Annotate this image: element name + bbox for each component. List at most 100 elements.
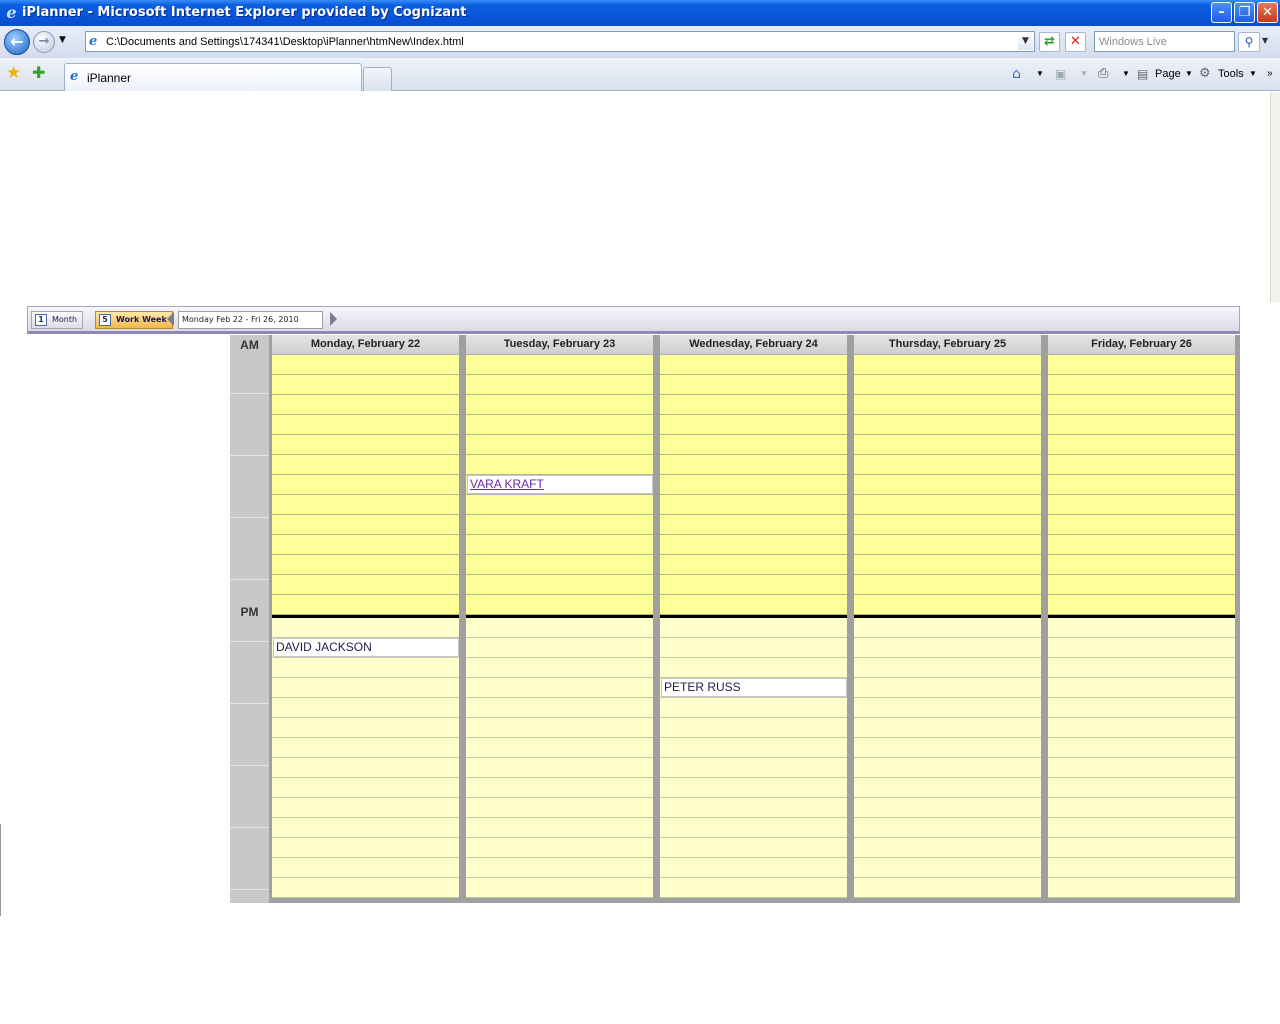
time-slot-cell[interactable]: [466, 495, 653, 515]
time-slot-cell[interactable]: [272, 698, 459, 718]
time-slot-cell[interactable]: [660, 395, 847, 415]
page-dropdown-icon[interactable]: ▼: [1185, 66, 1193, 82]
time-slot-cell[interactable]: [1048, 718, 1235, 738]
time-slot-cell[interactable]: [854, 355, 1041, 375]
home-dropdown-icon[interactable]: ▼: [1036, 66, 1044, 82]
time-slot-cell[interactable]: [466, 355, 653, 375]
time-slot-cell[interactable]: [272, 858, 459, 878]
time-slot-cell[interactable]: [466, 878, 653, 898]
time-slot-cell[interactable]: [660, 415, 847, 435]
restore-button[interactable]: ❐: [1234, 2, 1255, 23]
time-slot-cell[interactable]: [272, 778, 459, 798]
time-slot-cell[interactable]: [854, 678, 1041, 698]
time-slot-cell[interactable]: [272, 475, 459, 495]
time-slot-cell[interactable]: [1048, 638, 1235, 658]
time-slot-cell[interactable]: [660, 535, 847, 555]
work-week-view-button[interactable]: 5 Work Week: [95, 311, 173, 329]
tab-iplanner[interactable]: e iPlanner: [64, 63, 362, 91]
time-slot-cell[interactable]: [660, 595, 847, 615]
time-slot-cell[interactable]: [1048, 415, 1235, 435]
time-slot-cell[interactable]: [660, 878, 847, 898]
time-slot-cell[interactable]: [854, 758, 1041, 778]
time-slot-cell[interactable]: [272, 575, 459, 595]
time-slot-cell[interactable]: [854, 818, 1041, 838]
time-slot-cell[interactable]: [854, 575, 1041, 595]
time-slot-cell[interactable]: [1048, 618, 1235, 638]
time-slot-cell[interactable]: [1048, 595, 1235, 615]
time-slot-cell[interactable]: [660, 455, 847, 475]
address-bar[interactable]: e C:\Documents and Settings\174341\Deskt…: [85, 31, 1035, 52]
refresh-button[interactable]: ⇄: [1039, 32, 1060, 52]
page-icon[interactable]: ▤: [1137, 66, 1148, 82]
time-slot-cell[interactable]: [1048, 435, 1235, 455]
time-slot-cell[interactable]: [1048, 838, 1235, 858]
time-slot-cell[interactable]: [466, 455, 653, 475]
add-favorite-icon[interactable]: ✚: [32, 63, 45, 83]
time-slot-cell[interactable]: [660, 375, 847, 395]
time-slot-cell[interactable]: [466, 838, 653, 858]
favorites-star-icon[interactable]: ★: [6, 63, 21, 83]
time-slot-cell[interactable]: [660, 475, 847, 495]
time-slot-cell[interactable]: [854, 778, 1041, 798]
search-input[interactable]: Windows Live: [1094, 31, 1235, 52]
time-slot-cell[interactable]: [272, 355, 459, 375]
time-slot-cell[interactable]: [466, 798, 653, 818]
time-slot-cell[interactable]: [660, 638, 847, 658]
time-slot-cell[interactable]: [1048, 678, 1235, 698]
time-slot-cell[interactable]: [1048, 495, 1235, 515]
time-slot-cell[interactable]: [466, 778, 653, 798]
time-slot-cell[interactable]: [272, 818, 459, 838]
previous-week-arrow-icon[interactable]: [167, 312, 174, 326]
time-slot-cell[interactable]: [466, 738, 653, 758]
time-slot-cell[interactable]: [272, 495, 459, 515]
time-slot-cell[interactable]: [272, 798, 459, 818]
time-slot-cell[interactable]: [1048, 555, 1235, 575]
feeds-icon[interactable]: ▣: [1055, 66, 1066, 82]
day-header[interactable]: Tuesday, February 23: [466, 335, 653, 355]
time-slot-cell[interactable]: [1048, 658, 1235, 678]
time-slot-cell[interactable]: [466, 858, 653, 878]
time-slot-cell[interactable]: [854, 515, 1041, 535]
time-slot-cell[interactable]: [660, 858, 847, 878]
time-slot-cell[interactable]: [466, 375, 653, 395]
time-slot-cell[interactable]: [1048, 535, 1235, 555]
stop-button[interactable]: ✕: [1065, 32, 1086, 52]
time-slot-cell[interactable]: [854, 375, 1041, 395]
more-commands-chevron-icon[interactable]: »: [1267, 66, 1273, 82]
time-slot-cell[interactable]: [272, 435, 459, 455]
address-dropdown-icon[interactable]: ▼: [1018, 33, 1033, 50]
time-slot-cell[interactable]: [272, 515, 459, 535]
time-slot-cell[interactable]: [660, 658, 847, 678]
time-slot-cell[interactable]: [854, 395, 1041, 415]
time-slot-cell[interactable]: [466, 638, 653, 658]
time-slot-cell[interactable]: [272, 658, 459, 678]
time-slot-cell[interactable]: [1048, 758, 1235, 778]
time-slot-cell[interactable]: [272, 415, 459, 435]
time-slot-cell[interactable]: [466, 395, 653, 415]
time-slot-cell[interactable]: [272, 375, 459, 395]
time-slot-cell[interactable]: [854, 718, 1041, 738]
print-dropdown-icon[interactable]: ▼: [1122, 66, 1130, 82]
time-slot-cell[interactable]: [660, 718, 847, 738]
time-slot-cell[interactable]: [854, 798, 1041, 818]
time-slot-cell[interactable]: [272, 738, 459, 758]
new-tab-button[interactable]: [363, 67, 392, 91]
time-slot-cell[interactable]: [272, 838, 459, 858]
feeds-dropdown-icon[interactable]: ▼: [1080, 66, 1088, 82]
time-slot-cell[interactable]: [854, 858, 1041, 878]
search-options-dropdown-icon[interactable]: ▼: [1262, 36, 1268, 45]
back-button[interactable]: ←: [4, 29, 30, 55]
time-slot-cell[interactable]: [1048, 455, 1235, 475]
time-slot-cell[interactable]: [660, 435, 847, 455]
time-slot-cell[interactable]: [466, 575, 653, 595]
next-week-arrow-icon[interactable]: [330, 312, 337, 326]
day-header[interactable]: Friday, February 26: [1048, 335, 1235, 355]
time-slot-cell[interactable]: [854, 455, 1041, 475]
time-slot-cell[interactable]: [854, 618, 1041, 638]
time-slot-cell[interactable]: [272, 535, 459, 555]
minimize-button[interactable]: –: [1211, 2, 1232, 23]
time-slot-cell[interactable]: [466, 718, 653, 738]
time-slot-cell[interactable]: [660, 758, 847, 778]
time-slot-cell[interactable]: [854, 838, 1041, 858]
time-slot-cell[interactable]: [466, 435, 653, 455]
